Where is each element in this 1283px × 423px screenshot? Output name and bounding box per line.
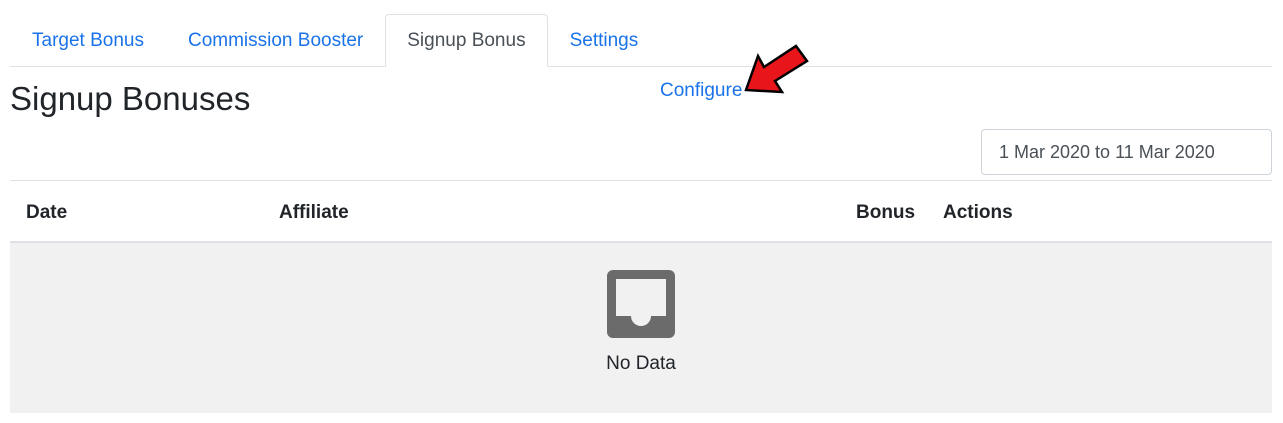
inbox-icon [607, 270, 675, 338]
empty-state-text: No Data [606, 353, 676, 374]
page: Target Bonus Commission Booster Signup B… [0, 0, 1283, 423]
date-range-picker[interactable]: 1 Mar 2020 to 11 Mar 2020 [981, 129, 1272, 175]
red-arrow-icon [744, 44, 809, 94]
column-header-date[interactable]: Date [26, 181, 67, 241]
table-header: Date Affiliate Bonus Actions [10, 181, 1272, 243]
tab-target-bonus[interactable]: Target Bonus [10, 14, 166, 67]
empty-state: No Data [10, 243, 1272, 413]
page-title: Signup Bonuses [10, 80, 251, 117]
tab-settings[interactable]: Settings [548, 14, 661, 67]
tab-commission-booster[interactable]: Commission Booster [166, 14, 385, 67]
tab-bar: Target Bonus Commission Booster Signup B… [10, 13, 1272, 67]
column-header-bonus[interactable]: Bonus [856, 181, 915, 241]
column-header-actions: Actions [943, 202, 1013, 223]
tab-signup-bonus[interactable]: Signup Bonus [385, 14, 548, 67]
column-header-affiliate[interactable]: Affiliate [279, 181, 349, 241]
configure-link[interactable]: Configure [660, 80, 742, 102]
